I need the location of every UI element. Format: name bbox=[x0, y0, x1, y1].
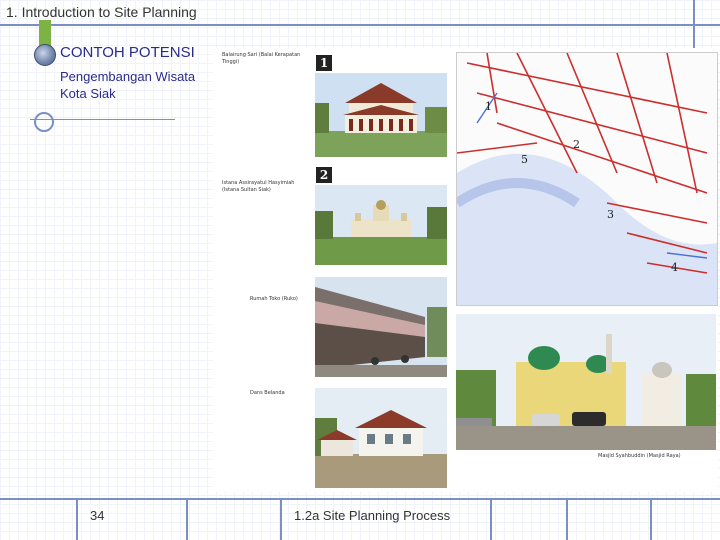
slide-heading: CONTOH POTENSI bbox=[60, 44, 195, 61]
caption-1-title: Balairung Sari (Balai Kerapatan Tinggi) bbox=[222, 52, 301, 65]
footer-divider-3 bbox=[280, 498, 282, 540]
photo-ruko bbox=[315, 277, 447, 377]
footer-course-title: 1.2a Site Planning Process bbox=[294, 508, 451, 523]
crosshair-icon bbox=[34, 112, 54, 132]
caption-2-title: Istana Assirayatul Hasyimiah (Istana Sul… bbox=[222, 180, 295, 193]
map-label-3: 3 bbox=[607, 208, 614, 221]
photo-rumah-belanda bbox=[315, 388, 447, 488]
caption-5-title: Masjid Syahbuddin (Masjid Raya) bbox=[598, 453, 681, 459]
caption-3-title: Rumah Toko (Ruko) bbox=[250, 296, 298, 302]
footer-divider-4 bbox=[490, 498, 492, 540]
footer-divider-5 bbox=[566, 498, 568, 540]
bullet-icon bbox=[34, 44, 56, 66]
map-label-5: 5 bbox=[521, 153, 528, 166]
site-map: 1 2 3 4 5 bbox=[456, 52, 718, 306]
footer-divider-2 bbox=[186, 498, 188, 540]
caption-3: Rumah Toko (Ruko) bbox=[250, 296, 310, 303]
footer-divider-6 bbox=[650, 498, 652, 540]
caption-4: Dans Belanda bbox=[250, 390, 310, 397]
caption-4-title: Dans Belanda bbox=[250, 390, 285, 396]
photo-balairung bbox=[315, 73, 447, 157]
slide-subheading: Pengembangan Wisata Kota Siak bbox=[60, 69, 196, 101]
item-number-1: 1 bbox=[316, 55, 332, 71]
top-rule bbox=[0, 24, 720, 26]
caption-1: Balairung Sari (Balai Kerapatan Tinggi) bbox=[222, 52, 310, 66]
slide-header-title: 1. Introduction to Site Planning bbox=[6, 4, 197, 20]
bottom-rule bbox=[0, 498, 720, 500]
footer-divider-1 bbox=[76, 498, 78, 540]
right-rule bbox=[693, 0, 695, 48]
map-label-1: 1 bbox=[485, 100, 492, 113]
photo-istana-siak bbox=[315, 185, 447, 265]
map-label-2: 2 bbox=[573, 138, 580, 151]
caption-5: Masjid Syahbuddin (Masjid Raya) bbox=[598, 453, 714, 460]
photo-masjid bbox=[456, 314, 716, 450]
caption-2: Istana Assirayatul Hasyimiah (Istana Sul… bbox=[222, 180, 310, 194]
item-number-2: 2 bbox=[316, 167, 332, 183]
page-number: 34 bbox=[90, 508, 105, 523]
map-label-4: 4 bbox=[671, 261, 678, 274]
